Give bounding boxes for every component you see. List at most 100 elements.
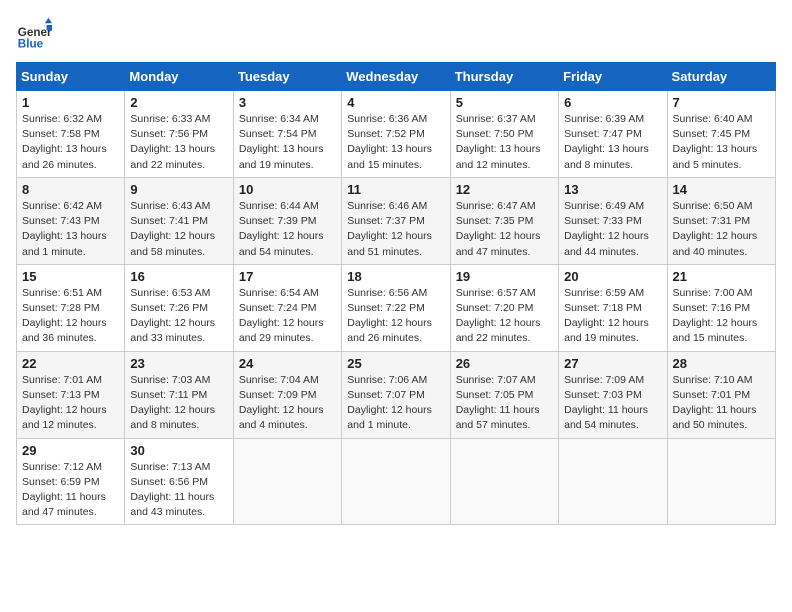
day-number: 25 <box>347 356 444 371</box>
day-info: Sunrise: 7:06 AM Sunset: 7:07 PM Dayligh… <box>347 373 444 434</box>
day-number: 27 <box>564 356 661 371</box>
week-row-4: 22Sunrise: 7:01 AM Sunset: 7:13 PM Dayli… <box>17 351 776 438</box>
day-info: Sunrise: 7:13 AM Sunset: 6:56 PM Dayligh… <box>130 460 227 521</box>
day-info: Sunrise: 6:33 AM Sunset: 7:56 PM Dayligh… <box>130 112 227 173</box>
weekday-wednesday: Wednesday <box>342 63 450 91</box>
calendar-cell: 4 Sunrise: 6:36 AM Sunset: 7:52 PM Daylig… <box>342 91 450 178</box>
day-info: Sunrise: 7:03 AM Sunset: 7:11 PM Dayligh… <box>130 373 227 434</box>
weekday-saturday: Saturday <box>667 63 775 91</box>
page-header: General Blue <box>16 16 776 52</box>
day-number: 1 <box>22 95 119 110</box>
calendar-cell: 25 Sunrise: 7:06 AM Sunset: 7:07 PM Dayli… <box>342 351 450 438</box>
calendar-cell: 5 Sunrise: 6:37 AM Sunset: 7:50 PM Daylig… <box>450 91 558 178</box>
calendar-cell: 6 Sunrise: 6:39 AM Sunset: 7:47 PM Daylig… <box>559 91 667 178</box>
day-info: Sunrise: 7:04 AM Sunset: 7:09 PM Dayligh… <box>239 373 336 434</box>
day-info: Sunrise: 6:37 AM Sunset: 7:50 PM Dayligh… <box>456 112 553 173</box>
calendar-cell: 12 Sunrise: 6:47 AM Sunset: 7:35 PM Dayli… <box>450 177 558 264</box>
day-info: Sunrise: 7:01 AM Sunset: 7:13 PM Dayligh… <box>22 373 119 434</box>
day-info: Sunrise: 6:57 AM Sunset: 7:20 PM Dayligh… <box>456 286 553 347</box>
day-number: 19 <box>456 269 553 284</box>
calendar-cell: 13 Sunrise: 6:49 AM Sunset: 7:33 PM Dayli… <box>559 177 667 264</box>
week-row-1: 1 Sunrise: 6:32 AM Sunset: 7:58 PM Daylig… <box>17 91 776 178</box>
calendar-cell: 21 Sunrise: 7:00 AM Sunset: 7:16 PM Dayli… <box>667 264 775 351</box>
day-info: Sunrise: 6:54 AM Sunset: 7:24 PM Dayligh… <box>239 286 336 347</box>
calendar-cell <box>233 438 341 525</box>
day-number: 10 <box>239 182 336 197</box>
day-number: 16 <box>130 269 227 284</box>
day-info: Sunrise: 6:39 AM Sunset: 7:47 PM Dayligh… <box>564 112 661 173</box>
day-number: 15 <box>22 269 119 284</box>
day-number: 8 <box>22 182 119 197</box>
day-number: 26 <box>456 356 553 371</box>
weekday-tuesday: Tuesday <box>233 63 341 91</box>
weekday-thursday: Thursday <box>450 63 558 91</box>
day-info: Sunrise: 6:51 AM Sunset: 7:28 PM Dayligh… <box>22 286 119 347</box>
day-info: Sunrise: 6:50 AM Sunset: 7:31 PM Dayligh… <box>673 199 770 260</box>
calendar-cell: 28 Sunrise: 7:10 AM Sunset: 7:01 PM Dayli… <box>667 351 775 438</box>
logo: General Blue <box>16 16 52 52</box>
calendar-cell: 23 Sunrise: 7:03 AM Sunset: 7:11 PM Dayli… <box>125 351 233 438</box>
calendar-cell: 14Sunrise: 6:50 AM Sunset: 7:31 PM Dayli… <box>667 177 775 264</box>
week-row-2: 8 Sunrise: 6:42 AM Sunset: 7:43 PM Daylig… <box>17 177 776 264</box>
weekday-header-row: SundayMondayTuesdayWednesdayThursdayFrid… <box>17 63 776 91</box>
calendar-cell: 11Sunrise: 6:46 AM Sunset: 7:37 PM Dayli… <box>342 177 450 264</box>
day-number: 11 <box>347 182 444 197</box>
week-row-3: 15 Sunrise: 6:51 AM Sunset: 7:28 PM Dayli… <box>17 264 776 351</box>
day-number: 20 <box>564 269 661 284</box>
calendar-cell: 8 Sunrise: 6:42 AM Sunset: 7:43 PM Daylig… <box>17 177 125 264</box>
calendar-cell: 26 Sunrise: 7:07 AM Sunset: 7:05 PM Dayli… <box>450 351 558 438</box>
day-number: 7 <box>673 95 770 110</box>
day-info: Sunrise: 7:07 AM Sunset: 7:05 PM Dayligh… <box>456 373 553 434</box>
day-info: Sunrise: 6:47 AM Sunset: 7:35 PM Dayligh… <box>456 199 553 260</box>
calendar-cell: 17Sunrise: 6:54 AM Sunset: 7:24 PM Dayli… <box>233 264 341 351</box>
calendar-cell <box>667 438 775 525</box>
calendar-cell: 16Sunrise: 6:53 AM Sunset: 7:26 PM Dayli… <box>125 264 233 351</box>
day-number: 13 <box>564 182 661 197</box>
day-number: 24 <box>239 356 336 371</box>
calendar-cell <box>342 438 450 525</box>
day-number: 21 <box>673 269 770 284</box>
day-info: Sunrise: 7:09 AM Sunset: 7:03 PM Dayligh… <box>564 373 661 434</box>
calendar-cell <box>559 438 667 525</box>
calendar-cell: 9 Sunrise: 6:43 AM Sunset: 7:41 PM Daylig… <box>125 177 233 264</box>
calendar-cell: 30 Sunrise: 7:13 AM Sunset: 6:56 PM Dayli… <box>125 438 233 525</box>
day-info: Sunrise: 6:32 AM Sunset: 7:58 PM Dayligh… <box>22 112 119 173</box>
day-number: 30 <box>130 443 227 458</box>
day-info: Sunrise: 6:42 AM Sunset: 7:43 PM Dayligh… <box>22 199 119 260</box>
day-info: Sunrise: 6:40 AM Sunset: 7:45 PM Dayligh… <box>673 112 770 173</box>
day-number: 3 <box>239 95 336 110</box>
calendar-cell: 27 Sunrise: 7:09 AM Sunset: 7:03 PM Dayli… <box>559 351 667 438</box>
day-info: Sunrise: 6:44 AM Sunset: 7:39 PM Dayligh… <box>239 199 336 260</box>
day-info: Sunrise: 6:36 AM Sunset: 7:52 PM Dayligh… <box>347 112 444 173</box>
calendar-cell: 15 Sunrise: 6:51 AM Sunset: 7:28 PM Dayli… <box>17 264 125 351</box>
day-number: 28 <box>673 356 770 371</box>
day-info: Sunrise: 6:49 AM Sunset: 7:33 PM Dayligh… <box>564 199 661 260</box>
day-info: Sunrise: 6:56 AM Sunset: 7:22 PM Dayligh… <box>347 286 444 347</box>
calendar-cell: 24 Sunrise: 7:04 AM Sunset: 7:09 PM Dayli… <box>233 351 341 438</box>
day-info: Sunrise: 7:00 AM Sunset: 7:16 PM Dayligh… <box>673 286 770 347</box>
day-info: Sunrise: 6:34 AM Sunset: 7:54 PM Dayligh… <box>239 112 336 173</box>
calendar-cell: 2Sunrise: 6:33 AM Sunset: 7:56 PM Daylig… <box>125 91 233 178</box>
calendar-cell: 7 Sunrise: 6:40 AM Sunset: 7:45 PM Daylig… <box>667 91 775 178</box>
day-number: 12 <box>456 182 553 197</box>
calendar-table: SundayMondayTuesdayWednesdayThursdayFrid… <box>16 62 776 525</box>
day-info: Sunrise: 6:43 AM Sunset: 7:41 PM Dayligh… <box>130 199 227 260</box>
calendar-cell: 19 Sunrise: 6:57 AM Sunset: 7:20 PM Dayli… <box>450 264 558 351</box>
logo-icon: General Blue <box>16 16 52 52</box>
calendar-cell: 20Sunrise: 6:59 AM Sunset: 7:18 PM Dayli… <box>559 264 667 351</box>
week-row-5: 29Sunrise: 7:12 AM Sunset: 6:59 PM Dayli… <box>17 438 776 525</box>
day-number: 5 <box>456 95 553 110</box>
day-number: 29 <box>22 443 119 458</box>
calendar-cell: 18Sunrise: 6:56 AM Sunset: 7:22 PM Dayli… <box>342 264 450 351</box>
day-number: 23 <box>130 356 227 371</box>
calendar-cell: 29Sunrise: 7:12 AM Sunset: 6:59 PM Dayli… <box>17 438 125 525</box>
day-info: Sunrise: 7:10 AM Sunset: 7:01 PM Dayligh… <box>673 373 770 434</box>
calendar-cell <box>450 438 558 525</box>
day-number: 9 <box>130 182 227 197</box>
day-number: 6 <box>564 95 661 110</box>
svg-text:Blue: Blue <box>18 38 44 51</box>
calendar-cell: 1 Sunrise: 6:32 AM Sunset: 7:58 PM Daylig… <box>17 91 125 178</box>
calendar-cell: 22Sunrise: 7:01 AM Sunset: 7:13 PM Dayli… <box>17 351 125 438</box>
day-number: 4 <box>347 95 444 110</box>
calendar-body: 1 Sunrise: 6:32 AM Sunset: 7:58 PM Daylig… <box>17 91 776 525</box>
